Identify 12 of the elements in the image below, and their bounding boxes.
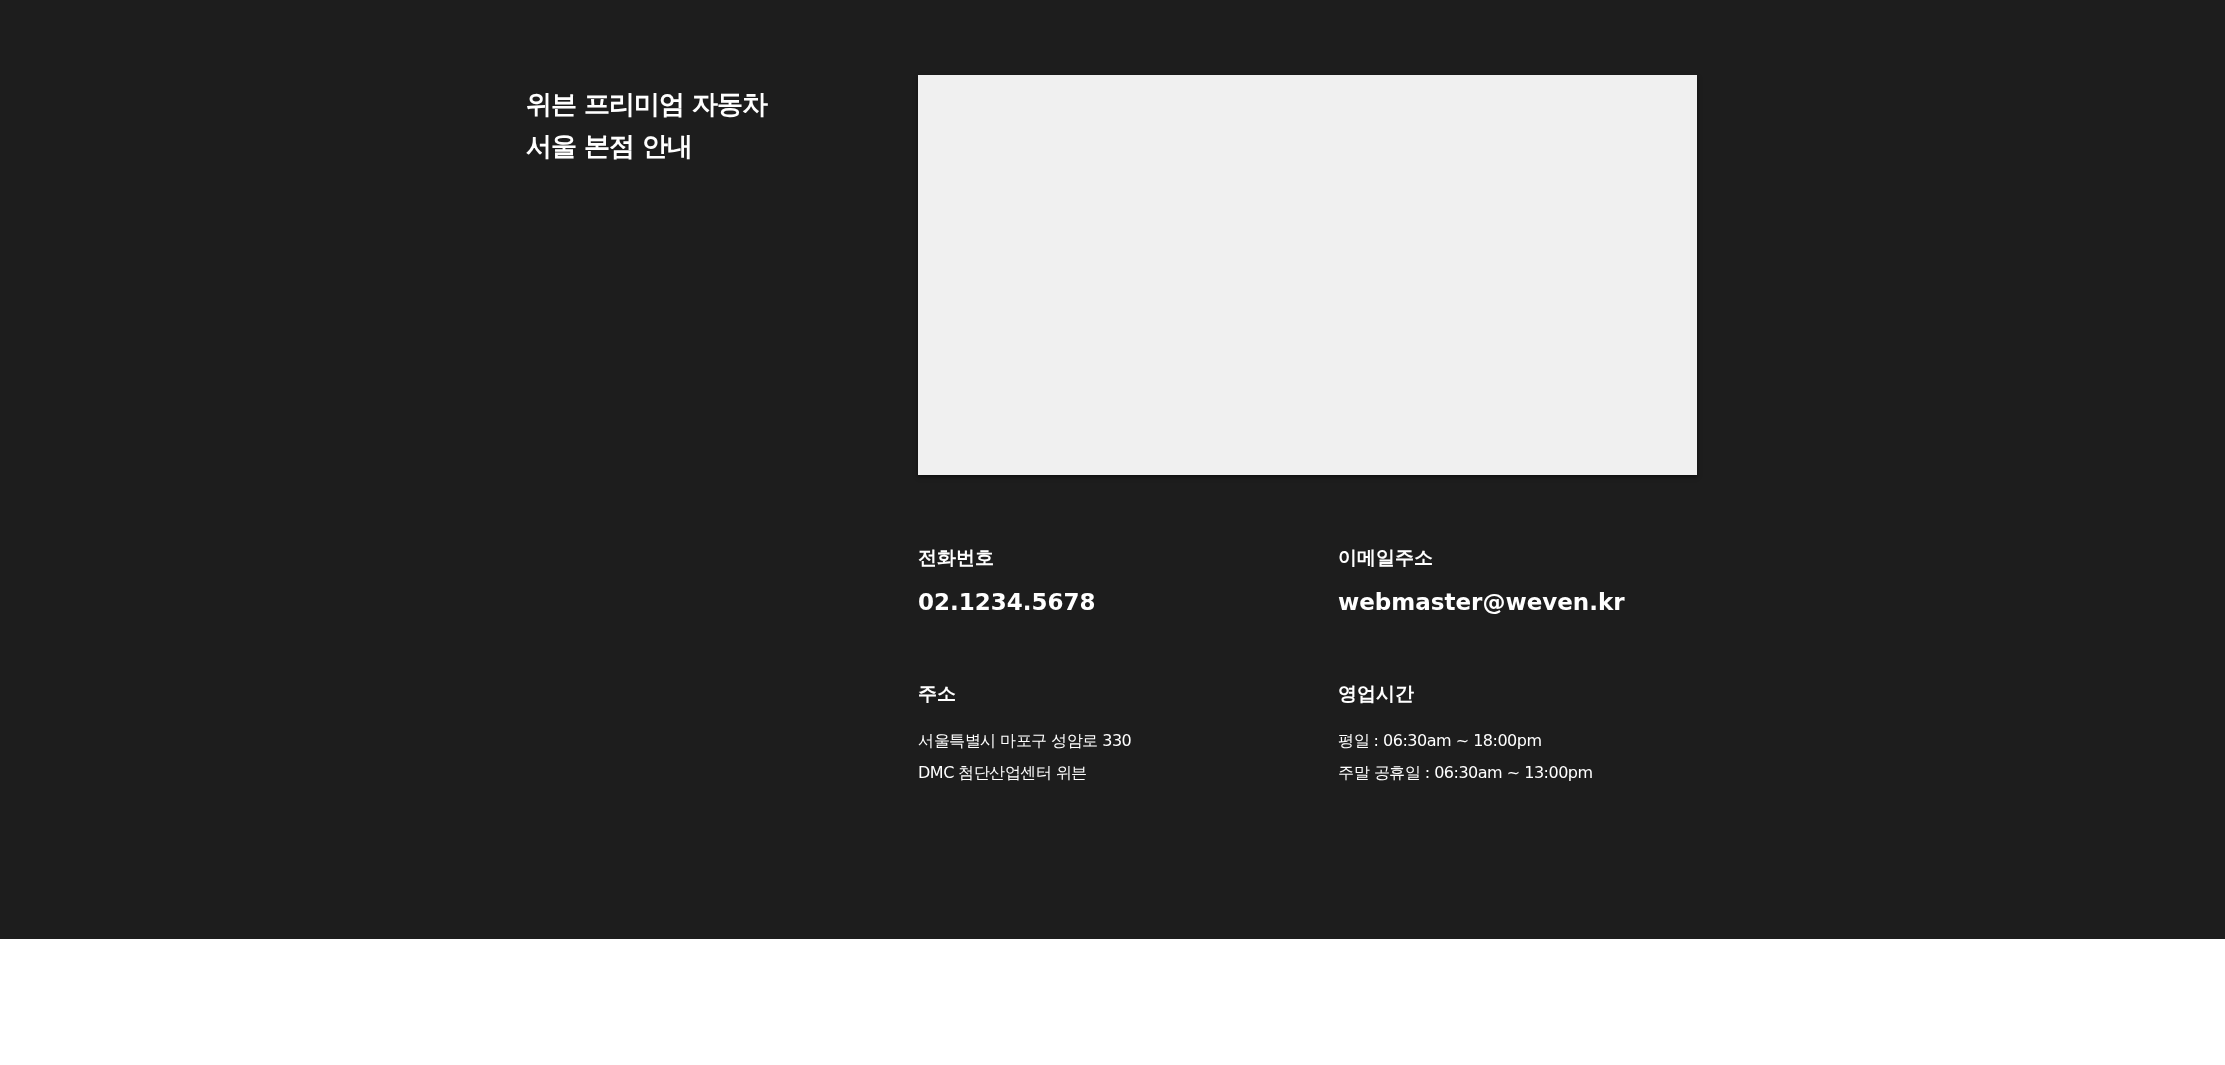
info-label: 주소: [918, 681, 957, 706]
info-label: 영업시간: [1338, 681, 1415, 706]
info-label: 이메일주소: [1338, 545, 1434, 570]
info-text: DMC 첨단산업센터 위븐: [918, 762, 1088, 784]
info-text: 서울특별시 마포구 성암로 330: [918, 730, 1133, 752]
section-title: 서울 본점 안내: [526, 130, 694, 163]
info-text: 주말 공휴일 : 06:30am ~ 13:00pm: [1338, 762, 1594, 784]
info-label: 전화번호: [918, 545, 995, 570]
section-title: 위븐 프리미엄 자동차: [526, 88, 769, 121]
contact-value: webmaster@weven.kr: [1338, 589, 1626, 615]
info-text: 평일 : 06:30am ~ 18:00pm: [1338, 730, 1543, 752]
contact-value: 02.1234.5678: [918, 589, 1097, 615]
